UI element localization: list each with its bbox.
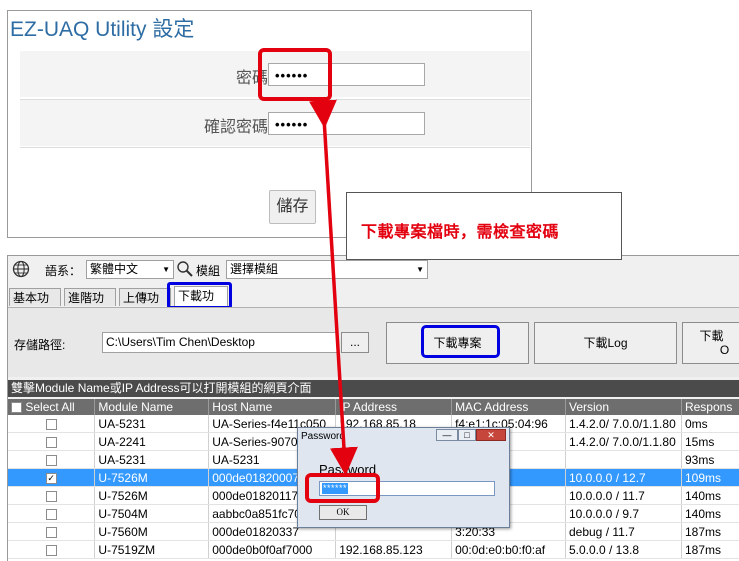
double-arrow-icon	[308, 99, 358, 476]
